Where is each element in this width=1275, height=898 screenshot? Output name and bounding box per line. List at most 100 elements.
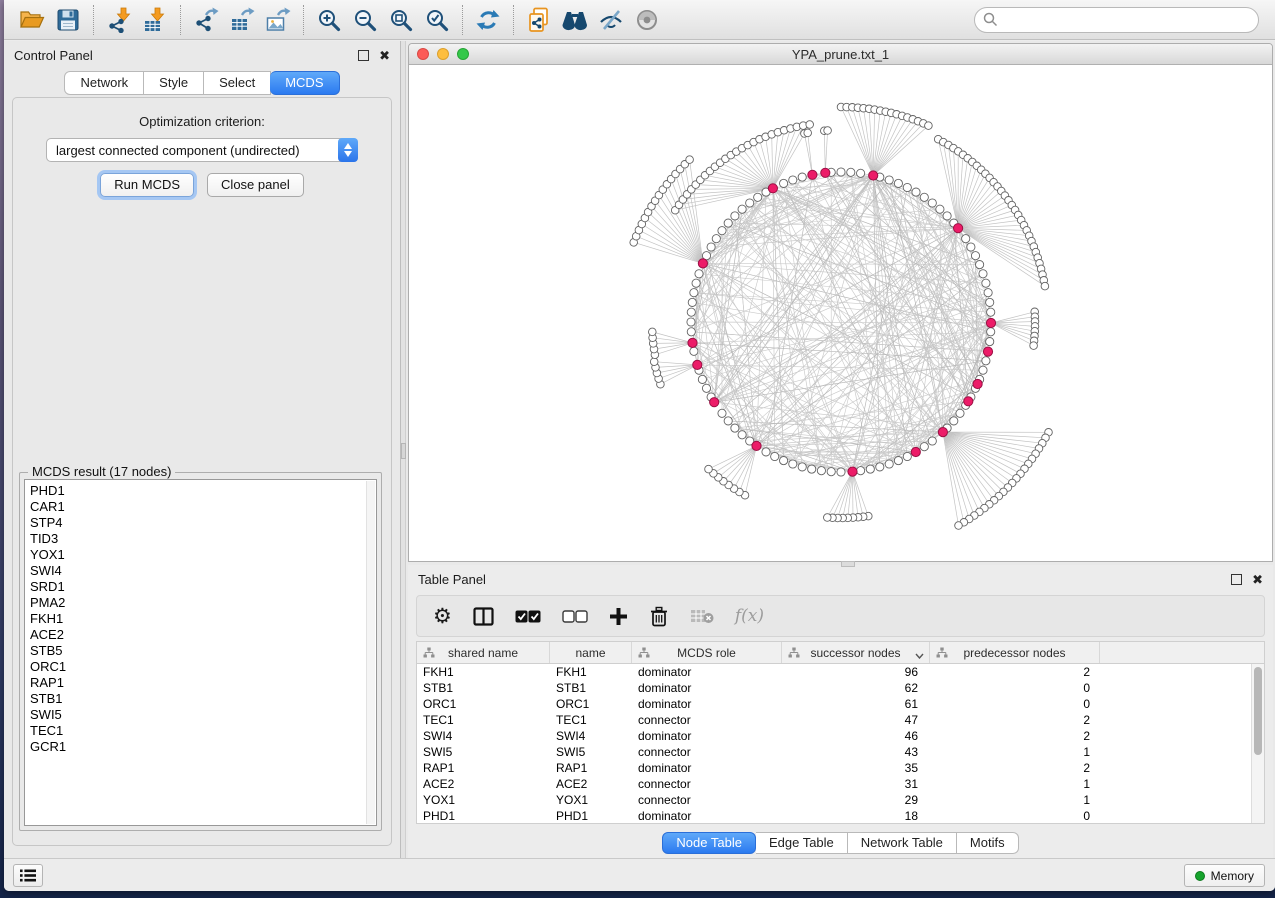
export-image-button[interactable] <box>260 4 296 36</box>
level-of-detail-button[interactable] <box>629 4 665 36</box>
delete-column-button[interactable] <box>649 601 669 631</box>
import-table-button[interactable] <box>137 4 173 36</box>
mcds-result-item[interactable]: YOX1 <box>30 547 376 563</box>
table-row[interactable]: SWI5SWI5connector431 <box>417 744 1264 760</box>
mcds-result-item[interactable]: PMA2 <box>30 595 376 611</box>
close-panel-button[interactable]: Close panel <box>207 173 304 197</box>
table-cell: 62 <box>782 680 930 696</box>
mcds-result-item[interactable]: FKH1 <box>30 611 376 627</box>
import-table-icon <box>142 7 168 33</box>
tab-network[interactable]: Network <box>64 71 144 95</box>
table-row[interactable]: TEC1TEC1connector472 <box>417 712 1264 728</box>
mcds-result-item[interactable]: STB1 <box>30 691 376 707</box>
main-area: Control Panel ✖ NetworkStyleSelectMCDS O… <box>4 41 1275 858</box>
result-list-scrollbar[interactable] <box>366 481 375 824</box>
table-row[interactable]: FKH1FKH1dominator962 <box>417 664 1264 680</box>
export-network-button[interactable] <box>188 4 224 36</box>
column-header-shared-name[interactable]: shared name <box>417 642 550 663</box>
tab-style[interactable]: Style <box>144 71 204 95</box>
float-panel-icon[interactable] <box>1231 574 1242 585</box>
zoom-selected-button[interactable] <box>419 4 455 36</box>
tab-select[interactable]: Select <box>204 71 271 95</box>
apply-layout-button[interactable] <box>470 4 506 36</box>
table-row[interactable]: YOX1YOX1connector291 <box>417 792 1264 808</box>
search-input[interactable] <box>1004 13 1250 27</box>
mcds-result-item[interactable]: STB5 <box>30 643 376 659</box>
column-label: successor nodes <box>810 646 900 660</box>
zoom-out-button[interactable] <box>347 4 383 36</box>
status-bar: Memory <box>4 858 1275 891</box>
table-row[interactable]: PHD1PHD1dominator180 <box>417 808 1264 824</box>
float-panel-icon[interactable] <box>358 50 369 61</box>
save-session-button[interactable] <box>50 4 86 36</box>
tab-node-table[interactable]: Node Table <box>662 832 756 854</box>
clone-network-button[interactable] <box>521 4 557 36</box>
close-panel-icon[interactable]: ✖ <box>379 50 390 61</box>
tab-network-table[interactable]: Network Table <box>848 832 957 854</box>
table-cell: PHD1 <box>550 808 632 824</box>
network-canvas[interactable] <box>409 66 1272 561</box>
right-region: YPA_prune.txt_1 Table Panel ✖ ⚙ <box>406 41 1275 858</box>
zoom-selected-icon <box>425 8 449 32</box>
table-cell: FKH1 <box>417 664 550 680</box>
mcds-result-item[interactable]: PHD1 <box>30 483 376 499</box>
mcds-result-item[interactable]: TID3 <box>30 531 376 547</box>
deselect-all-button[interactable] <box>562 601 588 631</box>
refresh-icon <box>476 8 500 32</box>
memory-button[interactable]: Memory <box>1184 864 1265 887</box>
show-columns-button[interactable] <box>473 601 494 631</box>
mcds-result-list[interactable]: PHD1CAR1STP4TID3YOX1SWI4SRD1PMA2FKH1ACE2… <box>24 479 377 826</box>
mcds-result-item[interactable]: TEC1 <box>30 723 376 739</box>
table-row[interactable]: ORC1ORC1dominator610 <box>417 696 1264 712</box>
control-panel-tab-strip: NetworkStyleSelectMCDS <box>4 71 400 95</box>
column-header-MCDS-role[interactable]: MCDS role <box>632 642 782 663</box>
table-cell: 29 <box>782 792 930 808</box>
network-graph <box>409 66 1272 561</box>
table-scrollbar[interactable] <box>1251 664 1264 823</box>
scrollbar-thumb[interactable] <box>1254 667 1262 755</box>
close-panel-icon[interactable]: ✖ <box>1252 574 1263 585</box>
table-settings-button[interactable]: ⚙ <box>433 601 452 631</box>
export-table-button[interactable] <box>224 4 260 36</box>
tab-mcds[interactable]: MCDS <box>270 71 339 95</box>
hide-graphics-details-button[interactable] <box>593 4 629 36</box>
mcds-result-item[interactable]: ORC1 <box>30 659 376 675</box>
table-row[interactable]: STB1STB1dominator620 <box>417 680 1264 696</box>
mcds-result-item[interactable]: SWI5 <box>30 707 376 723</box>
horizontal-splitter-grip[interactable] <box>841 561 855 567</box>
import-network-button[interactable] <box>101 4 137 36</box>
zoom-fit-button[interactable] <box>383 4 419 36</box>
mcds-result-item[interactable]: CAR1 <box>30 499 376 515</box>
table-row[interactable]: ACE2ACE2connector311 <box>417 776 1264 792</box>
table-toolbar: ⚙ <box>416 595 1265 637</box>
panel-menu-button[interactable] <box>13 864 43 887</box>
mcds-result-item[interactable]: RAP1 <box>30 675 376 691</box>
run-mcds-button[interactable]: Run MCDS <box>100 173 194 197</box>
column-type-icon <box>423 647 435 661</box>
optimization-criterion-select[interactable]: largest connected component (undirected) <box>46 138 358 162</box>
mcds-result-item[interactable]: ACE2 <box>30 627 376 643</box>
tab-edge-table[interactable]: Edge Table <box>756 832 848 854</box>
mcds-result-item[interactable]: SWI4 <box>30 563 376 579</box>
table-cell: connector <box>632 744 782 760</box>
clone-network-icon <box>526 7 552 33</box>
create-column-button[interactable] <box>609 601 628 631</box>
column-header-name[interactable]: name <box>550 642 632 663</box>
table-cell: 18 <box>782 808 930 824</box>
select-all-button[interactable] <box>515 601 541 631</box>
zoom-in-button[interactable] <box>311 4 347 36</box>
mcds-result-item[interactable]: GCR1 <box>30 739 376 755</box>
column-header-successor-nodes[interactable]: successor nodes <box>782 642 930 663</box>
mcds-result-item[interactable]: STP4 <box>30 515 376 531</box>
find-network-button[interactable] <box>557 4 593 36</box>
table-cell: 61 <box>782 696 930 712</box>
open-file-button[interactable] <box>14 4 50 36</box>
table-row[interactable]: SWI4SWI4dominator462 <box>417 728 1264 744</box>
open-folder-icon <box>19 7 45 33</box>
table-row[interactable]: RAP1RAP1dominator352 <box>417 760 1264 776</box>
memory-status-icon <box>1195 871 1205 881</box>
tab-motifs[interactable]: Motifs <box>957 832 1019 854</box>
column-header-predecessor-nodes[interactable]: predecessor nodes <box>930 642 1100 663</box>
mcds-result-item[interactable]: SRD1 <box>30 579 376 595</box>
table-cell: 2 <box>930 664 1100 680</box>
